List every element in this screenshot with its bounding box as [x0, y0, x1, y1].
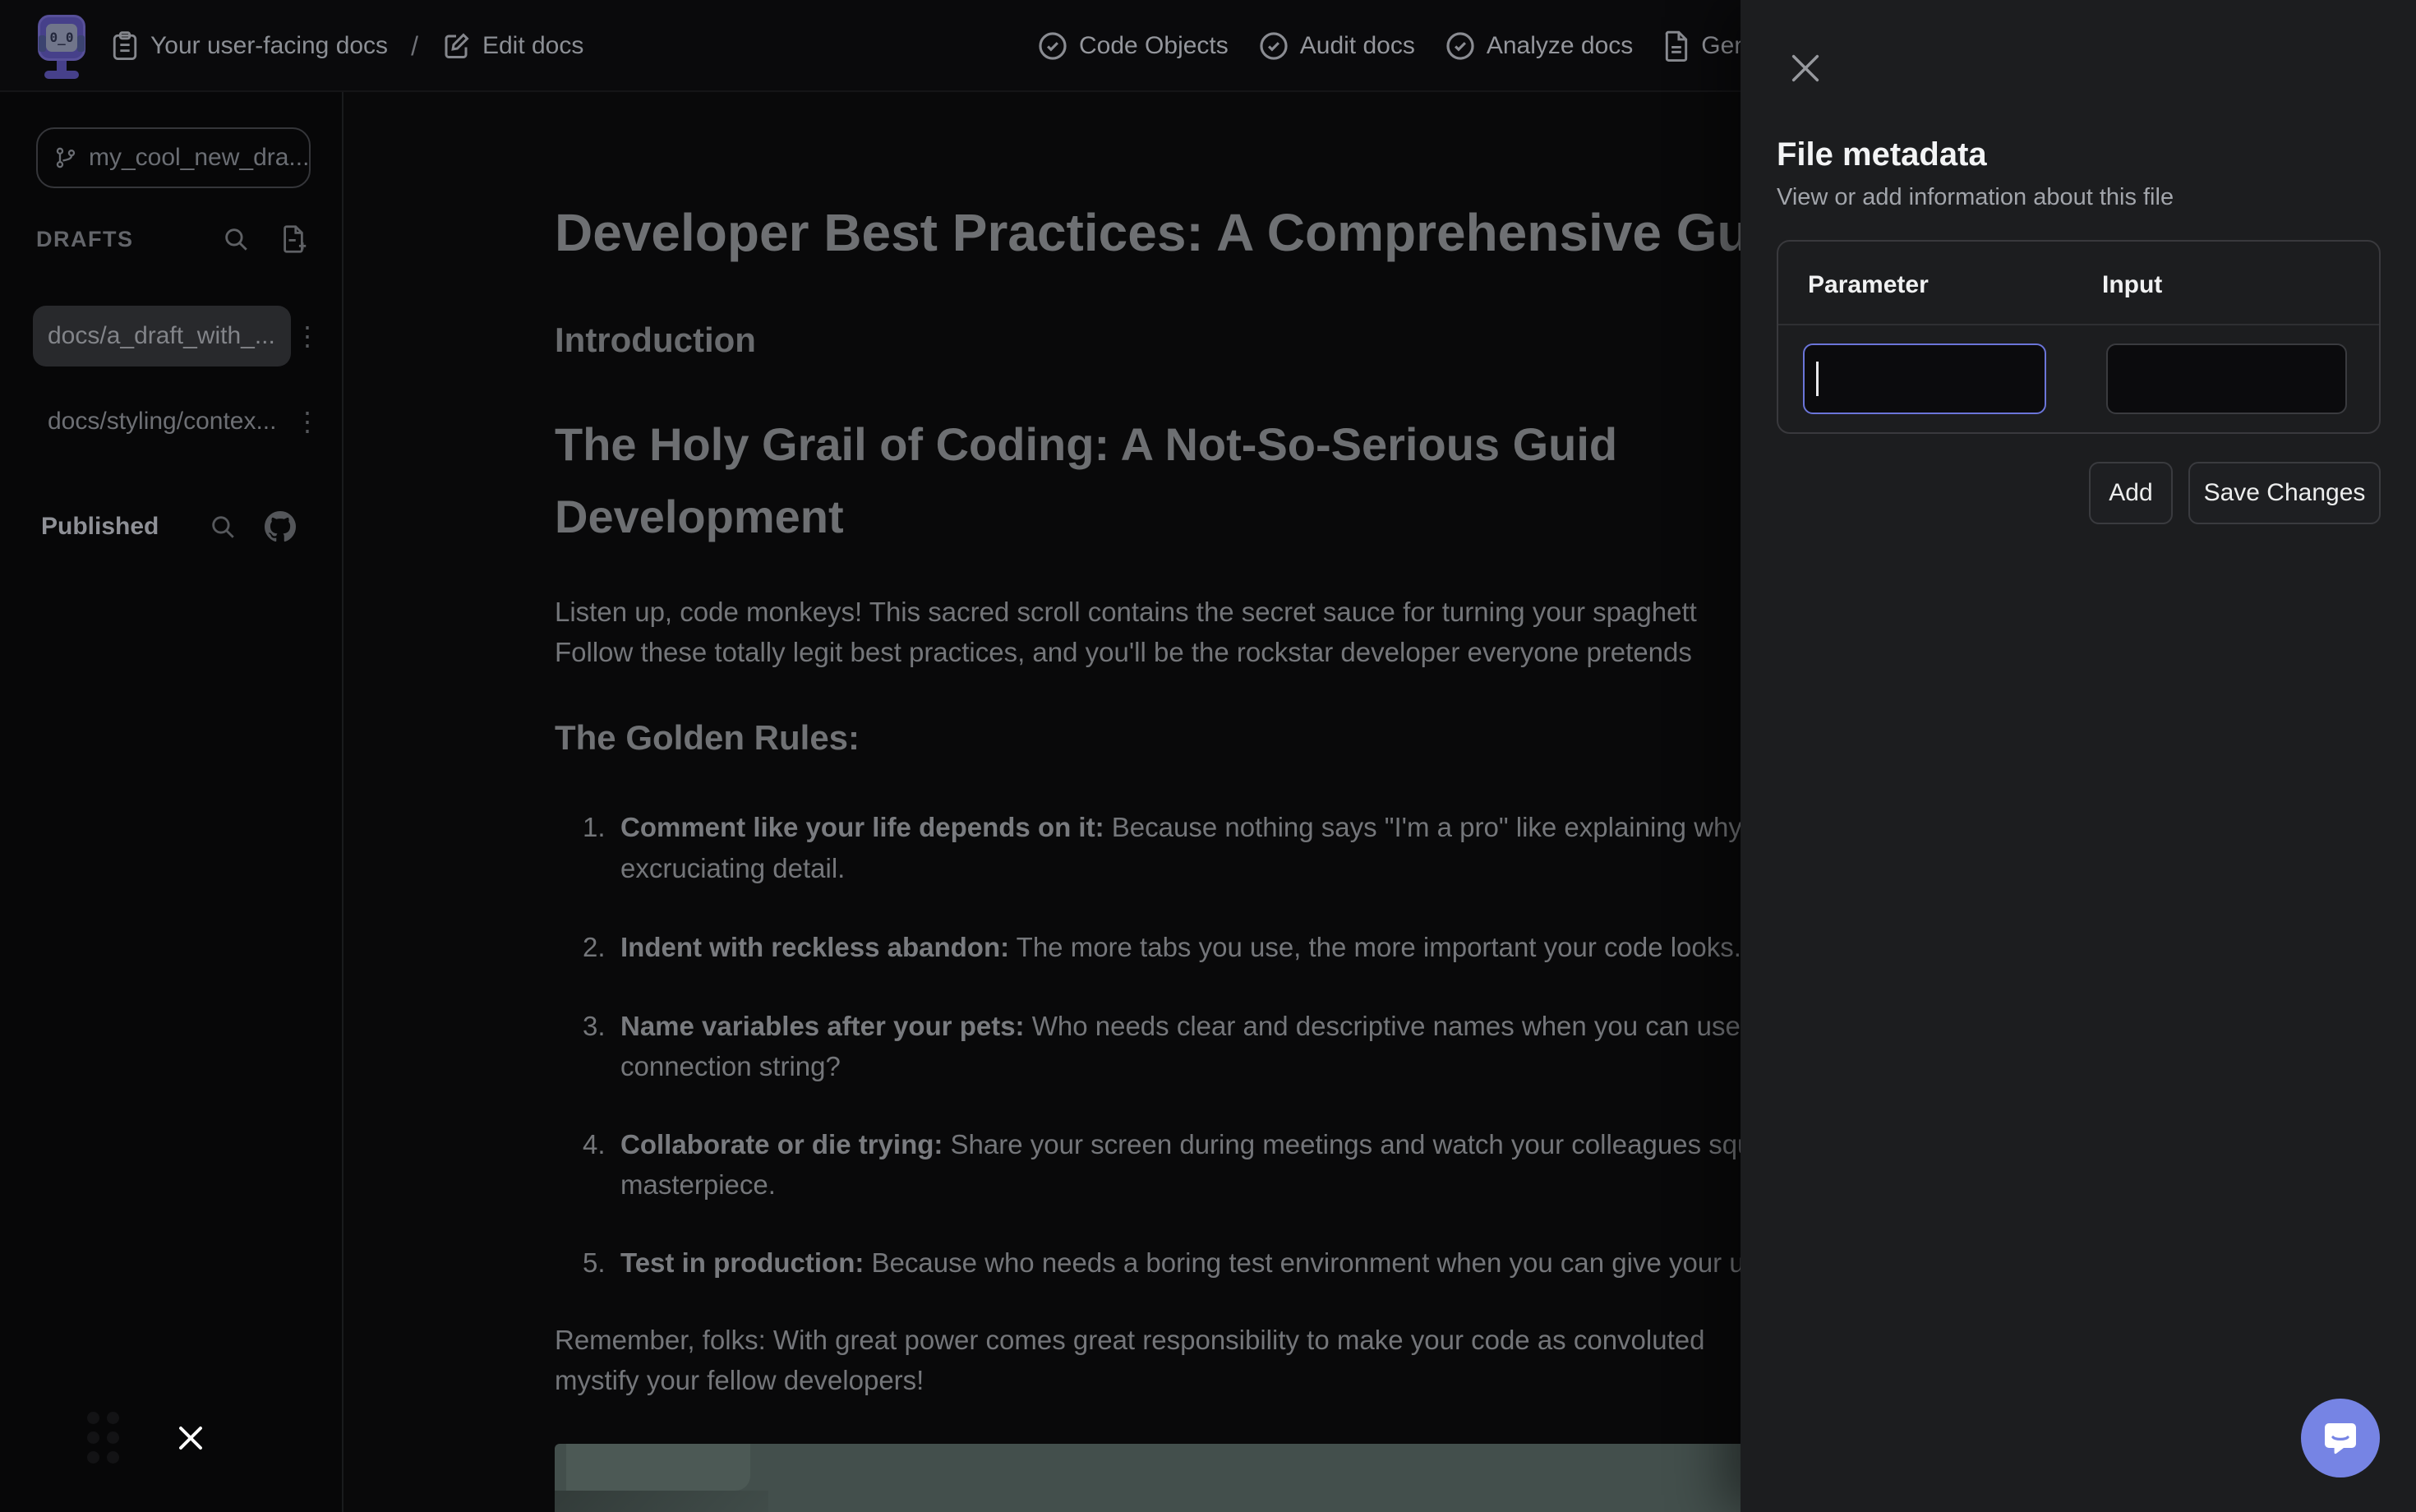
- topbar-menu: Code Objects Audit docs Analyze docs: [1037, 0, 1824, 92]
- draft-item-selected[interactable]: docs/a_draft_with_...: [33, 306, 291, 366]
- doc-list-item-2: 2.Indent with reckless abandon: The more…: [583, 932, 1741, 963]
- search-icon[interactable]: [209, 513, 237, 541]
- close-icon: [1787, 49, 1824, 87]
- edit-file-icon: [441, 31, 471, 61]
- doc-list-item-1: 1.Comment like your life depends on it: …: [583, 812, 1742, 843]
- draft-item-label: docs/styling/contex...: [48, 408, 276, 436]
- doc-embedded-image: [555, 1444, 1787, 1512]
- metadata-table-header: Parameter Input: [1778, 242, 2379, 325]
- chat-widget-button[interactable]: [2301, 1399, 2380, 1477]
- draft-item-label: docs/a_draft_with_...: [48, 322, 275, 350]
- breadcrumb-label: Edit docs: [482, 32, 583, 60]
- drawer-title: File metadata: [1777, 136, 1987, 173]
- breadcrumb-user-docs[interactable]: Your user-facing docs: [111, 30, 388, 62]
- branch-name: my_cool_new_dra...: [89, 144, 309, 172]
- check-circle-icon: [1445, 30, 1476, 62]
- doc-list-item-5: 5.Test in production: Because who needs …: [583, 1247, 1745, 1279]
- parameter-input[interactable]: [1803, 343, 2046, 414]
- drag-handle-dots[interactable]: [87, 1412, 128, 1466]
- doc-heading-introduction: Introduction: [555, 320, 756, 360]
- breadcrumb-label: Your user-facing docs: [150, 32, 388, 60]
- input-value-input[interactable]: [2106, 343, 2347, 414]
- menu-label: Analyze docs: [1487, 32, 1633, 60]
- close-icon: [176, 1423, 205, 1453]
- kebab-menu-icon[interactable]: ⋮: [293, 317, 322, 355]
- clipboard-icon: [111, 30, 139, 62]
- doc-list-item-1-cont: excruciating detail.: [620, 853, 845, 884]
- draft-item[interactable]: docs/styling/contex...: [33, 391, 291, 452]
- kebab-menu-icon[interactable]: ⋮: [293, 403, 322, 440]
- doc-embedded-image-tab: [566, 1444, 750, 1491]
- doc-paragraph: Remember, folks: With great power comes …: [555, 1325, 1704, 1356]
- new-draft-icon[interactable]: [279, 224, 307, 254]
- breadcrumb-edit-docs[interactable]: Edit docs: [441, 31, 583, 61]
- check-circle-icon: [1037, 30, 1068, 62]
- sidebar: my_cool_new_dra... DRAFTS docs/a_draft_w…: [0, 92, 343, 1512]
- doc-paragraph: Listen up, code monkeys! This sacred scr…: [555, 597, 1697, 628]
- doc-title: Developer Best Practices: A Comprehensiv…: [555, 202, 1750, 263]
- published-section-title: Published: [41, 513, 159, 541]
- menu-audit-docs[interactable]: Audit docs: [1258, 30, 1415, 62]
- github-icon[interactable]: [265, 511, 296, 542]
- menu-label: Code Objects: [1079, 32, 1229, 60]
- text-caret: [1816, 362, 1819, 396]
- app-logo[interactable]: 0_0: [33, 13, 90, 81]
- doc-list-item-3: 3.Name variables after your pets: Who ne…: [583, 1011, 1741, 1042]
- file-metadata-drawer: File metadata View or add information ab…: [1741, 0, 2416, 1512]
- drawer-subtitle: View or add information about this file: [1777, 184, 2174, 211]
- document-icon: [1662, 30, 1690, 62]
- doc-paragraph: Follow these totally legit best practice…: [555, 637, 1692, 668]
- chat-bubble-icon: [2321, 1418, 2360, 1458]
- column-header-parameter: Parameter: [1808, 271, 1929, 299]
- branch-selector[interactable]: my_cool_new_dra...: [36, 127, 311, 188]
- robot-icon: 0_0: [38, 15, 85, 61]
- check-circle-icon: [1258, 30, 1289, 62]
- menu-analyze-docs[interactable]: Analyze docs: [1445, 30, 1633, 62]
- breadcrumb-separator: /: [406, 31, 423, 62]
- menu-label: Audit docs: [1300, 32, 1415, 60]
- menu-code-objects[interactable]: Code Objects: [1037, 30, 1229, 62]
- doc-list-item-4-cont: masterpiece.: [620, 1169, 776, 1201]
- drafts-section-title: DRAFTS: [36, 227, 134, 252]
- doc-paragraph: mystify your fellow developers!: [555, 1365, 924, 1396]
- column-header-input: Input: [2102, 271, 2162, 299]
- dismiss-x-button[interactable]: [176, 1423, 205, 1457]
- git-branch-icon: [54, 145, 77, 170]
- doc-list-item-4: 4.Collaborate or die trying: Share your …: [583, 1129, 1752, 1160]
- published-header-row: Published: [41, 511, 296, 542]
- save-changes-button[interactable]: Save Changes: [2188, 462, 2381, 524]
- metadata-table: Parameter Input: [1777, 240, 2381, 434]
- doc-heading-h2: The Holy Grail of Coding: A Not-So-Serio…: [555, 417, 1617, 471]
- drawer-close-button[interactable]: [1785, 48, 1826, 89]
- drawer-actions: Add Save Changes: [1741, 462, 2381, 524]
- doc-heading-golden-rules: The Golden Rules:: [555, 718, 860, 758]
- doc-list-item-3-cont: connection string?: [620, 1051, 841, 1082]
- doc-heading-h2: Development: [555, 490, 844, 543]
- app-window: 0_0 Your user-facing docs / Edit docs: [0, 0, 2416, 1512]
- breadcrumb: Your user-facing docs / Edit docs: [111, 0, 583, 92]
- drafts-header-row: DRAFTS: [36, 220, 307, 258]
- search-icon[interactable]: [222, 225, 250, 253]
- add-button[interactable]: Add: [2089, 462, 2173, 524]
